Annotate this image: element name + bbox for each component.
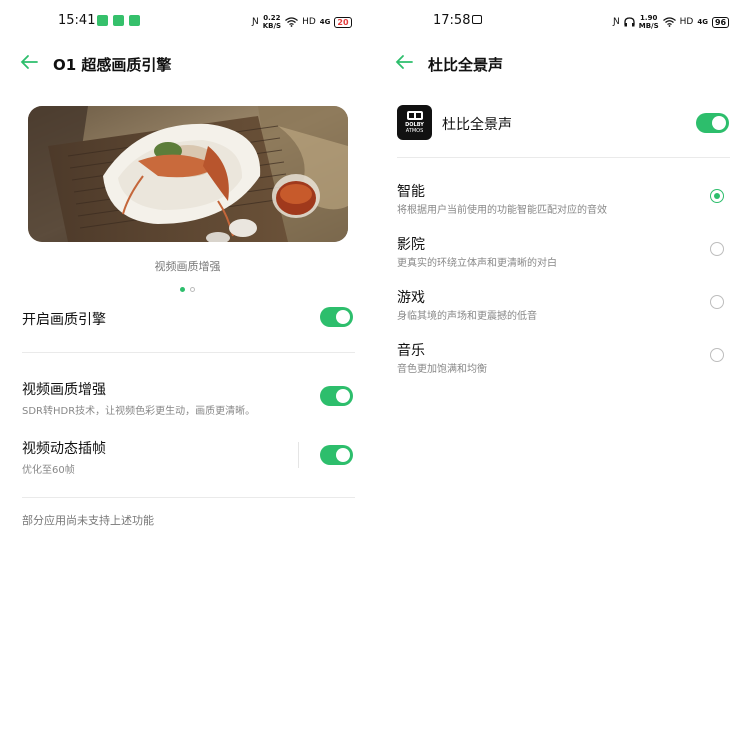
mode-title: 智能 [397,184,425,200]
status-icons: Ɲ 0.22 KB/S HD 4G 20 [252,14,352,30]
battery-icon: 20 [334,16,352,28]
wifi-icon [285,17,299,27]
hd-indicator: HD [302,17,316,27]
mode-title: 音乐 [397,343,425,359]
picture-engine-screen: 15:41 Ɲ 0.22 KB/S HD 4G 20 O1 超感画质引擎 视频画… [0,0,375,742]
preview-image [28,106,348,242]
mode-title: 游戏 [397,290,425,306]
speed-value: 0.22 [263,14,281,22]
divider [22,352,355,353]
dolby-dd-icon [406,111,423,120]
logo-text: ATMOS [405,128,424,134]
support-note: 部分应用尚未支持上述功能 [22,514,154,527]
network-speed: 1.90 MB/S [639,14,659,30]
radio-cinema[interactable] [710,242,724,256]
page-indicator [0,287,375,292]
page-header: 杜比全景声 [375,52,750,76]
mode-description: 将根据用户当前使用的功能智能匹配对应的音效 [397,205,607,216]
wifi-icon [662,17,676,27]
radio-smart[interactable] [710,189,724,203]
engine-toggle[interactable] [320,307,353,327]
back-arrow-icon[interactable] [395,54,413,70]
notification-icons [92,14,140,28]
back-arrow-icon[interactable] [20,54,38,70]
page-title: 杜比全景声 [428,56,504,74]
enhance-description: SDR转HDR技术，让视频色彩更生动，画质更清晰。 [22,406,256,417]
app-notification-icon [129,15,140,26]
network-speed: 0.22 KB/S [263,14,281,30]
interpolation-toggle[interactable] [320,445,353,465]
page-header: O1 超感画质引擎 [0,52,375,76]
battery-icon: 96 [711,16,730,28]
page-title: O1 超感画质引擎 [53,56,172,74]
interpolation-toggle-label: 视频动态插帧 [22,441,106,457]
radio-game[interactable] [710,295,724,309]
status-icons: Ɲ 1.90 MB/S HD 4G 96 [613,14,730,30]
speed-unit: MB/S [638,22,659,30]
preview-caption: 视频画质增强 [154,260,221,273]
status-time: 17:58 [433,13,471,28]
radio-music[interactable] [710,348,724,362]
speed-value: 1.90 [640,14,658,22]
nfc-icon: Ɲ [613,17,620,27]
headphone-icon [624,17,635,27]
app-notification-icon [97,15,108,26]
speed-unit: KB/S [262,22,282,30]
mode-description: 身临其境的声场和更震撼的低音 [397,311,537,322]
mode-description: 音色更加饱满和均衡 [397,364,487,375]
divider [22,497,355,498]
mode-description: 更真实的环绕立体声和更清晰的对白 [397,258,557,269]
page-dot[interactable] [190,287,195,292]
mode-title: 影院 [397,237,425,253]
nfc-icon: Ɲ [252,17,259,27]
signal-indicator: 4G [319,18,331,26]
enhance-toggle[interactable] [320,386,353,406]
status-time: 15:41 [58,13,96,28]
dolby-atmos-screen: 17:58 Ɲ 1.90 MB/S HD 4G 96 杜比全景声 DOLBY AT… [375,0,750,742]
app-notification-icon [113,15,124,26]
enhance-toggle-label: 视频画质增强 [22,382,106,398]
page-dot-active[interactable] [180,287,185,292]
message-icon [472,15,482,24]
status-bar: 17:58 Ɲ 1.90 MB/S HD 4G 96 [375,12,750,30]
vertical-divider [298,442,299,468]
engine-toggle-label: 开启画质引擎 [22,312,106,328]
hd-indicator: HD [679,17,694,27]
dolby-atmos-logo: DOLBY ATMOS [397,105,432,140]
interpolation-description: 优化至60帧 [22,465,75,476]
status-bar: 15:41 Ɲ 0.22 KB/S HD 4G 20 [0,12,375,30]
divider [397,157,730,158]
dolby-toggle-label: 杜比全景声 [442,117,512,133]
dolby-toggle[interactable] [696,113,729,133]
signal-indicator: 4G [697,18,708,26]
